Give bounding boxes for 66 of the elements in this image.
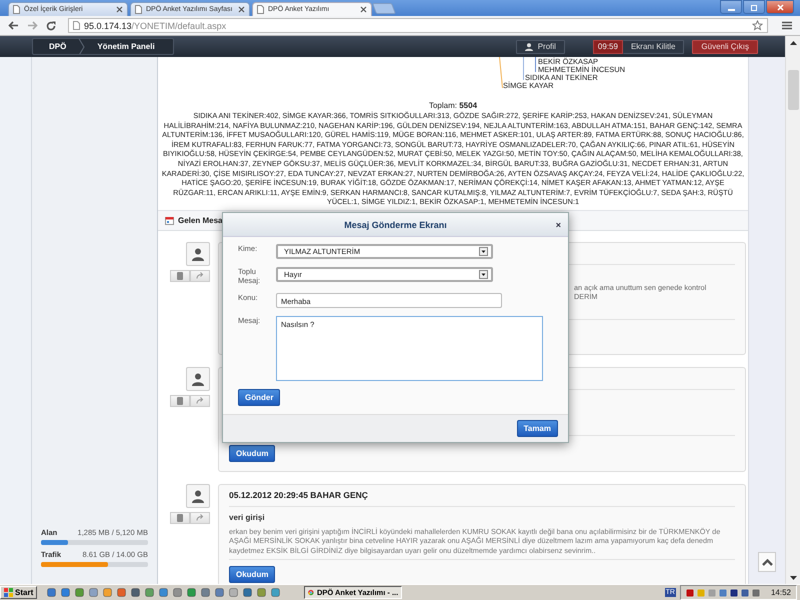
- leader-line: [534, 57, 537, 72]
- breadcrumb-item[interactable]: Yönetim Paneli: [89, 42, 163, 51]
- leader-line: [499, 57, 503, 88]
- share-arrow-icon: [196, 514, 204, 522]
- close-button[interactable]: ×: [556, 220, 561, 230]
- chevron-icon: [78, 39, 86, 54]
- start-button[interactable]: Start: [0, 586, 38, 599]
- forward-button[interactable]: [190, 512, 210, 524]
- total-text: Toplam: 5504: [428, 101, 478, 110]
- timer-badge: 09:59: [592, 40, 623, 54]
- close-icon[interactable]: [116, 6, 123, 13]
- read-button[interactable]: Okudum: [229, 444, 276, 462]
- leader-line: [522, 57, 525, 80]
- ok-button[interactable]: Tamam: [516, 420, 558, 437]
- caret-up-icon: [762, 558, 772, 566]
- address-field[interactable]: 95.0.174.13/YONETIM/default.aspx: [68, 18, 768, 33]
- back-arrow-icon[interactable]: [8, 21, 19, 30]
- reload-icon[interactable]: [46, 20, 56, 30]
- lock-screen-button[interactable]: Ekranı Kilitle: [622, 40, 684, 54]
- trash-can-icon: [177, 514, 183, 522]
- caret-icon: [479, 270, 488, 279]
- message-subject: veri girişi: [229, 512, 266, 522]
- share-arrow-icon: [196, 272, 204, 280]
- scroll-up-icon[interactable]: [788, 40, 798, 46]
- breadcrumb-item[interactable]: DPÖ: [41, 42, 74, 51]
- close-icon: [776, 4, 784, 10]
- page-icon: [257, 5, 264, 14]
- forward-button[interactable]: [190, 270, 210, 282]
- scroll-down-icon[interactable]: [788, 575, 798, 581]
- share-arrow-icon: [196, 397, 204, 404]
- clock: 14:52: [770, 588, 791, 597]
- minimize-button[interactable]: [720, 0, 742, 14]
- scroll-top-button[interactable]: [758, 552, 776, 572]
- restore-icon: [750, 4, 758, 10]
- logout-button[interactable]: Güvenli Çıkış: [692, 40, 758, 54]
- profile-button[interactable]: Profil: [516, 40, 565, 54]
- avatar-icon: [186, 484, 210, 508]
- delete-button[interactable]: [170, 270, 190, 282]
- close-icon[interactable]: [360, 6, 367, 13]
- scrollbar-thumb[interactable]: [788, 70, 798, 110]
- window-close-button[interactable]: [766, 0, 794, 14]
- caret-icon: [479, 247, 488, 256]
- delete-button[interactable]: [170, 512, 190, 524]
- browser-icon: [308, 588, 314, 597]
- inbox-title: Gelen Mesa: [178, 216, 222, 225]
- page-icon: [135, 5, 142, 14]
- scrollbar[interactable]: [785, 36, 800, 584]
- message-header: 05.12.2012 20:29:45 BAHAR GENÇ: [229, 490, 368, 500]
- forward-button[interactable]: [190, 394, 210, 407]
- menu-icon[interactable]: [782, 21, 792, 30]
- trash-can-icon: [177, 396, 183, 405]
- calendar-icon: [165, 216, 174, 225]
- star-icon[interactable]: [752, 20, 763, 31]
- avatar-icon: [186, 366, 210, 391]
- read-button[interactable]: Okudum: [229, 566, 276, 584]
- delete-button[interactable]: [170, 394, 190, 407]
- person-icon: [524, 42, 533, 50]
- windows-flag-icon: [4, 588, 13, 597]
- page-icon: [73, 21, 80, 30]
- maximize-button[interactable]: [743, 0, 765, 14]
- page-icon: [13, 5, 20, 14]
- close-icon[interactable]: [238, 6, 245, 13]
- dialog-title: Mesaj Gönderme Ekranı: [344, 220, 447, 230]
- trash-can-icon: [177, 272, 183, 280]
- send-button[interactable]: Gönder: [238, 389, 280, 406]
- avatar-icon: [186, 242, 210, 266]
